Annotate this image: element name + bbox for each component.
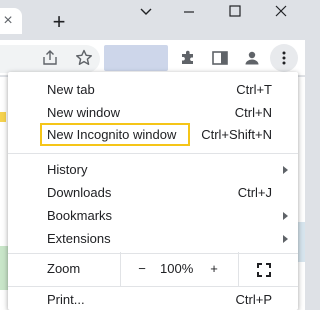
minimize-button[interactable] [174,4,204,24]
highlight-box [40,123,190,146]
page-fragment [0,112,6,122]
menu-divider [8,153,298,154]
menu-item-label: New tab [47,82,95,97]
menu-item-label: Downloads [47,185,112,200]
menu-item-shortcut: Ctrl+J [237,185,272,200]
submenu-arrow-icon [283,166,288,174]
menu-item-shortcut: Ctrl+N [234,105,272,120]
zoom-in-button[interactable]: + [208,257,220,280]
menu-item-new-window[interactable]: New window Ctrl+N [8,101,298,124]
extensions-puzzle-icon[interactable] [178,48,198,68]
menu-item-label: New window [47,105,120,120]
menu-divider [8,286,298,287]
tab-close-button[interactable]: × [0,8,22,34]
menu-item-label: Bookmarks [47,208,113,223]
maximize-button[interactable] [220,4,250,24]
chrome-main-menu: New tab Ctrl+T New window Ctrl+N New Inc… [8,72,298,310]
menu-item-print[interactable]: Print... Ctrl+P [8,288,298,310]
menu-item-label: Extensions [47,231,111,246]
zoom-divider [120,252,121,286]
profile-avatar-icon[interactable] [242,48,262,68]
menu-item-history[interactable]: History [8,158,298,181]
zoom-label: Zoom [47,261,81,276]
menu-item-new-tab[interactable]: New tab Ctrl+T [8,78,298,101]
menu-item-downloads[interactable]: Downloads Ctrl+J [8,181,298,204]
menu-item-bookmarks[interactable]: Bookmarks [8,204,298,227]
more-vert-icon [282,51,286,65]
menu-item-shortcut: Ctrl+T [236,82,272,97]
submenu-arrow-icon [283,235,288,243]
close-icon: × [3,12,13,29]
menu-item-label: Print... [47,292,85,307]
zoom-divider [238,252,239,286]
extension-placeholder [104,45,168,71]
fullscreen-icon[interactable] [257,261,271,277]
zoom-row: Zoom − 100% + [8,257,298,280]
page-fragment [0,246,8,290]
close-window-button[interactable] [266,4,296,24]
menu-divider [8,253,298,254]
browser-toolbar [0,40,305,76]
tab-search-chevron-icon[interactable] [131,4,161,24]
menu-item-shortcut: Ctrl+Shift+N [201,127,272,142]
kebab-menu-button[interactable] [270,44,298,72]
menu-item-shortcut: Ctrl+P [235,292,272,307]
submenu-arrow-icon [283,212,288,220]
tab-strip: × + [0,0,305,40]
zoom-out-button[interactable]: − [136,257,148,280]
menu-item-label: History [47,162,88,177]
bookmark-star-icon[interactable] [74,48,94,68]
menu-item-extensions[interactable]: Extensions [8,227,298,250]
zoom-level: 100% [160,261,194,276]
side-panel-icon[interactable] [210,48,230,68]
new-tab-button[interactable]: + [46,10,72,36]
share-icon[interactable] [40,48,60,68]
